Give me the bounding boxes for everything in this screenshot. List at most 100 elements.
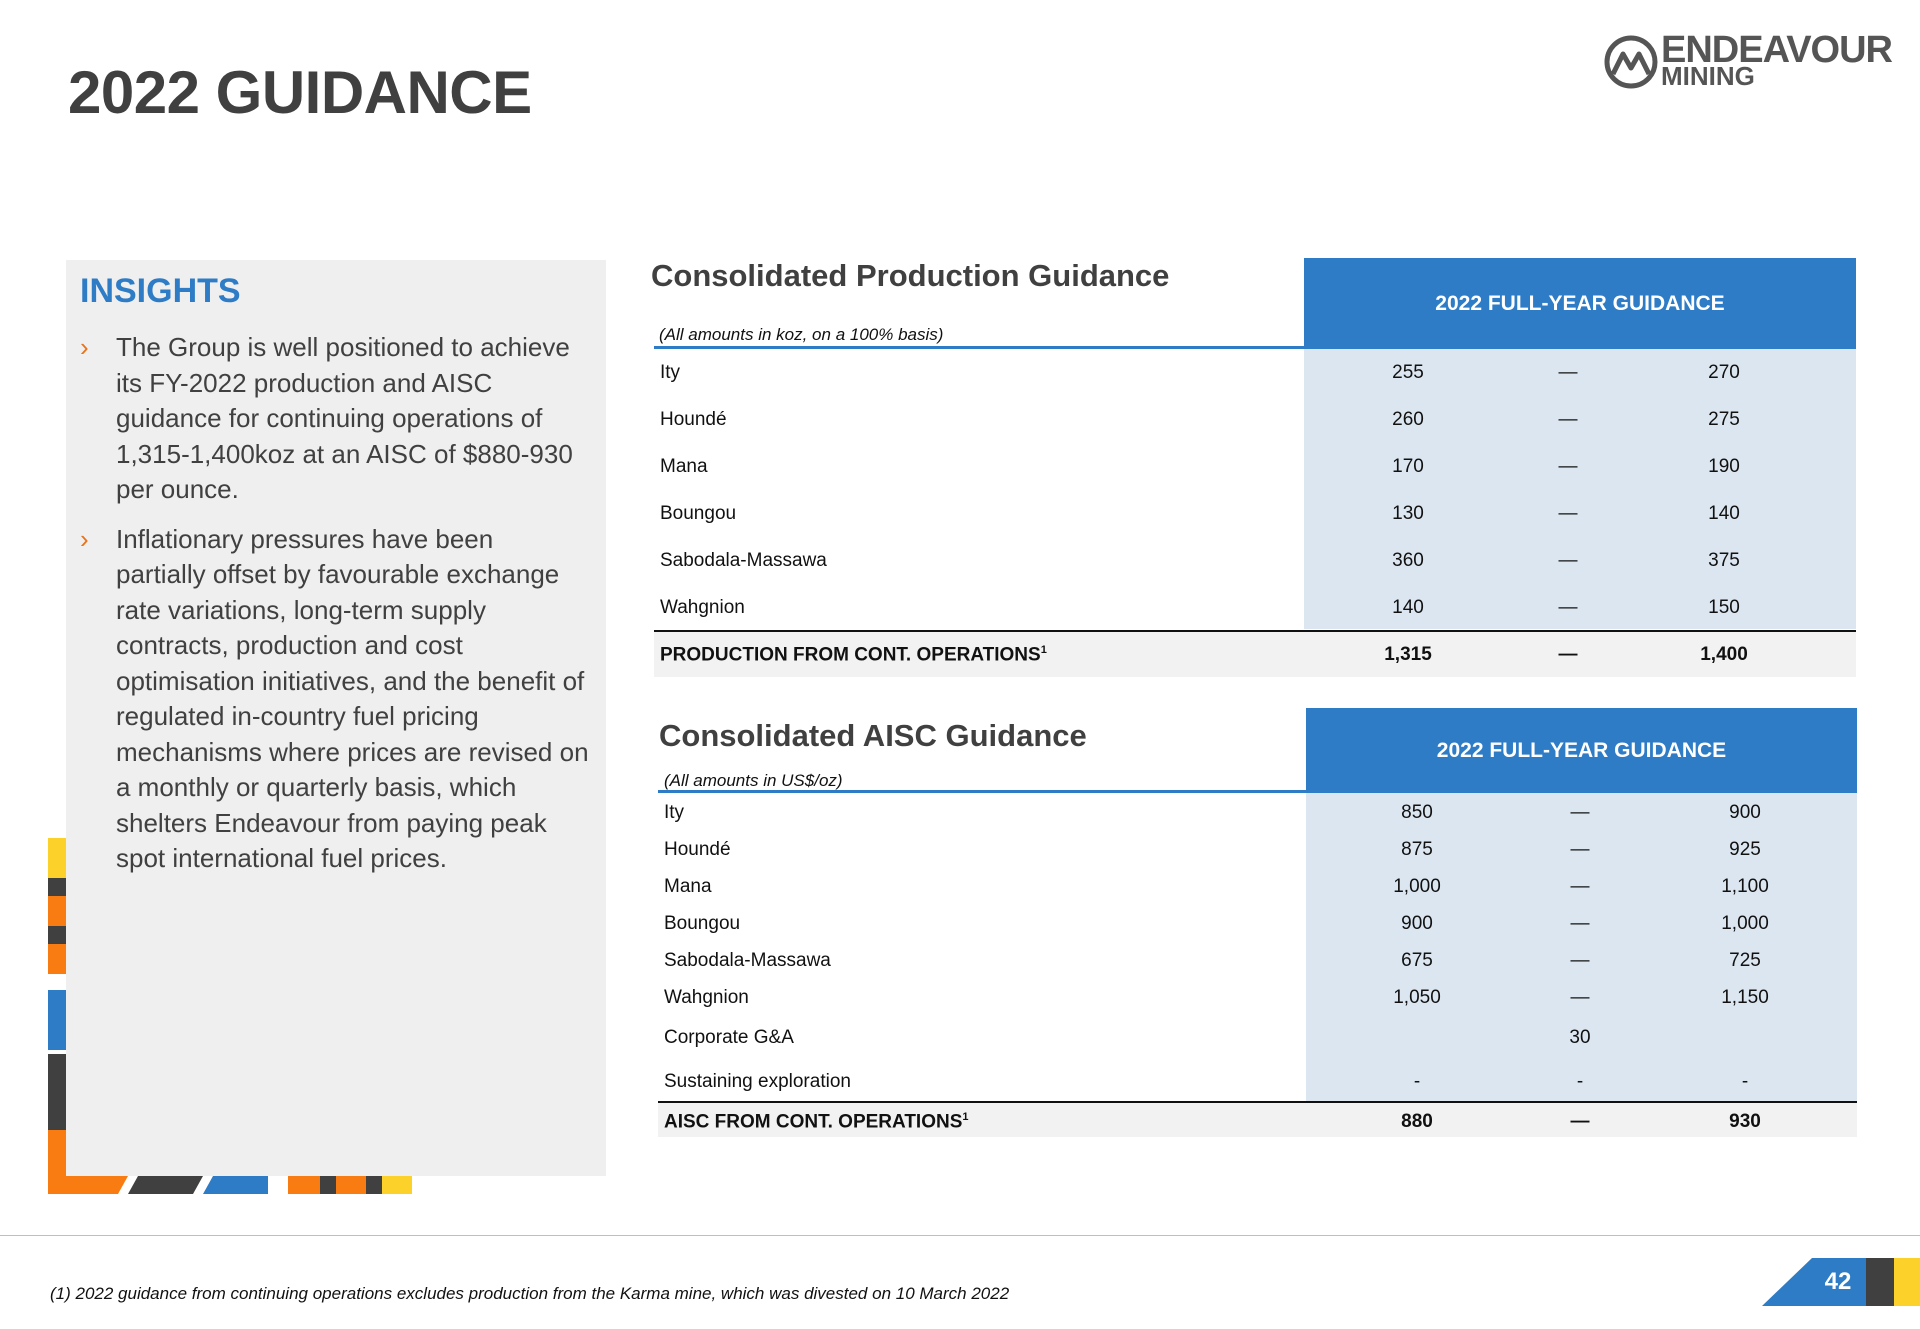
company-logo: ENDEAVOUR MINING (1603, 30, 1893, 92)
production-guidance-header: 2022 FULL-YEAR GUIDANCE (1304, 258, 1856, 349)
high-value: 1,400 (1700, 644, 1748, 665)
table-row: Ity 850 — 900 (658, 792, 1857, 832)
range-separator: — (1570, 950, 1590, 971)
total-label-text: PRODUCTION FROM CONT. OPERATIONS (660, 644, 1041, 666)
table-row: Houndé 875 — 925 (658, 829, 1857, 869)
insights-list: › The Group is well positioned to achiev… (80, 330, 590, 891)
row-label: Wahgnion (660, 597, 745, 618)
high-value: 900 (1729, 802, 1761, 823)
row-label: Boungou (664, 913, 741, 934)
range-separator: — (1570, 913, 1590, 934)
row-label: Houndé (660, 409, 727, 430)
low-value: 880 (1401, 1111, 1433, 1132)
range-separator: — (1558, 550, 1578, 571)
table-row: Sabodala-Massawa 675 — 725 (658, 940, 1857, 980)
table-row: Houndé 260 — 275 (654, 399, 1856, 439)
high-value: 140 (1708, 503, 1740, 524)
insight-item: › The Group is well positioned to achiev… (80, 330, 590, 508)
high-value: 1,150 (1721, 987, 1769, 1008)
row-label: Ity (660, 362, 681, 383)
low-value: 900 (1401, 913, 1433, 934)
table-row: Sabodala-Massawa 360 — 375 (654, 540, 1856, 580)
total-label-text: AISC FROM CONT. OPERATIONS (664, 1111, 963, 1133)
insight-item: › Inflationary pressures have been parti… (80, 522, 590, 877)
low-value: 850 (1401, 802, 1433, 823)
table-row: Boungou 900 — 1,000 (658, 903, 1857, 943)
production-total-rule (654, 630, 1856, 632)
row-label: Mana (660, 456, 708, 477)
range-separator: — (1558, 456, 1578, 477)
footnote-marker: 1 (962, 1111, 969, 1123)
high-value: 270 (1708, 362, 1740, 383)
low-value: 360 (1392, 550, 1424, 571)
page-title: 2022 GUIDANCE (68, 59, 532, 126)
production-table-title: Consolidated Production Guidance (651, 258, 1170, 293)
aisc-table-title: Consolidated AISC Guidance (659, 718, 1087, 753)
low-value: 130 (1392, 503, 1424, 524)
insight-text: The Group is well positioned to achieve … (116, 332, 573, 504)
total-row-label: PRODUCTION FROM CONT. OPERATIONS1 (660, 644, 1047, 666)
low-value: - (1413, 1071, 1421, 1092)
table-row: Wahgnion 1,050 — 1,150 (658, 977, 1857, 1017)
range-separator: — (1558, 597, 1578, 618)
range-separator: — (1558, 362, 1578, 383)
low-value: 675 (1401, 950, 1433, 971)
row-label: Boungou (660, 503, 737, 524)
range-separator: - (1576, 1071, 1584, 1092)
production-table-note: (All amounts in koz, on a 100% basis) (659, 325, 944, 344)
range-separator: — (1558, 503, 1578, 524)
footer-divider (0, 1235, 1920, 1236)
row-label: Sustaining exploration (664, 1071, 851, 1092)
insights-title: INSIGHTS (80, 272, 241, 310)
table-total-row: PRODUCTION FROM CONT. OPERATIONS1 1,315 … (654, 634, 1856, 674)
low-value: 1,050 (1393, 987, 1441, 1008)
range-separator: — (1570, 1111, 1590, 1132)
low-value: 1,000 (1393, 876, 1441, 897)
row-label: Wahgnion (664, 987, 749, 1008)
high-value: 275 (1708, 409, 1740, 430)
high-value: 190 (1708, 456, 1740, 477)
table-row: Sustaining exploration - - - (658, 1061, 1857, 1101)
chevron-right-icon: › (80, 332, 89, 362)
high-value: 930 (1729, 1111, 1761, 1132)
row-label: Houndé (664, 839, 731, 860)
high-value: 375 (1708, 550, 1740, 571)
low-value: 255 (1392, 362, 1424, 383)
table-total-row: AISC FROM CONT. OPERATIONS1 880 — 930 (658, 1101, 1857, 1141)
footnote-marker: 1 (1040, 644, 1047, 656)
low-value: 1,315 (1384, 644, 1432, 665)
high-value: 925 (1729, 839, 1761, 860)
row-label: Sabodala-Massawa (660, 550, 827, 571)
low-value: 140 (1392, 597, 1424, 618)
range-separator: — (1558, 409, 1578, 430)
table-row: Mana 1,000 — 1,100 (658, 866, 1857, 906)
range-separator: — (1570, 839, 1590, 860)
chevron-right-icon: › (80, 523, 89, 554)
high-value: 150 (1708, 597, 1740, 618)
page-number: 42 (1824, 1268, 1852, 1295)
low-value: 875 (1401, 839, 1433, 860)
table-row: Ity 255 — 270 (654, 352, 1856, 392)
low-value: 170 (1392, 456, 1424, 477)
high-value: 1,000 (1721, 913, 1769, 934)
row-label: Sabodala-Massawa (664, 950, 831, 971)
table-row: Wahgnion 140 — 150 (654, 587, 1856, 627)
logo-text-mining: MINING (1661, 61, 1755, 91)
row-label: Corporate G&A (664, 1027, 794, 1048)
row-label: Ity (664, 802, 685, 823)
range-separator: — (1570, 987, 1590, 1008)
production-header-rule (654, 346, 1306, 349)
high-value: 725 (1729, 950, 1761, 971)
insight-text: Inflationary pressures have been partial… (116, 523, 589, 874)
table-row: Corporate G&A 30 (658, 1017, 1857, 1057)
range-separator: — (1570, 876, 1590, 897)
table-row: Mana 170 — 190 (654, 446, 1856, 486)
high-value: - (1741, 1071, 1749, 1092)
endeavour-mountain-logo-icon (1604, 35, 1658, 89)
footnote: (1) 2022 guidance from continuing operat… (50, 1284, 1010, 1303)
aisc-guidance-header: 2022 FULL-YEAR GUIDANCE (1306, 708, 1857, 793)
aisc-table-note: (All amounts in US$/oz) (664, 771, 843, 790)
low-value: 260 (1392, 409, 1424, 430)
single-value: 30 (1569, 1027, 1591, 1048)
range-separator: — (1570, 802, 1590, 823)
